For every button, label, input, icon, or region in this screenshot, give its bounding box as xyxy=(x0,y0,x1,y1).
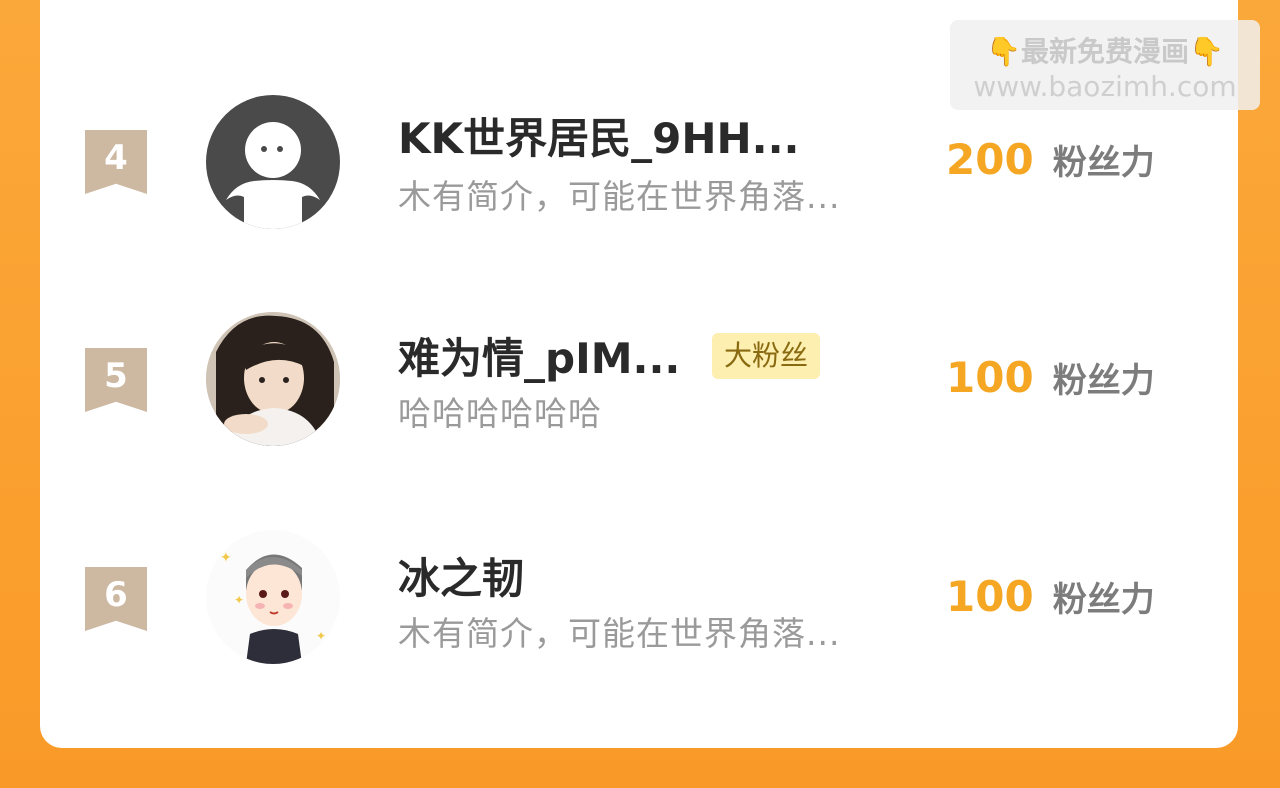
avatar[interactable]: ✦ ✦ ✦ xyxy=(206,530,340,664)
score-value: 100 xyxy=(946,572,1034,621)
score-unit: 粉丝力 xyxy=(1052,361,1155,401)
avatar[interactable] xyxy=(206,312,340,446)
watermark: 👇最新免费漫画👇 www.baozimh.com xyxy=(950,20,1260,110)
user-bio: 木有简介，可能在世界角落... xyxy=(398,614,841,653)
svg-text:✦: ✦ xyxy=(234,593,244,607)
score-unit: 粉丝力 xyxy=(1052,580,1155,620)
user-bio: 哈哈哈哈哈哈 xyxy=(398,394,602,433)
watermark-url: www.baozimh.com xyxy=(973,70,1237,103)
username[interactable]: 难为情_pIM... xyxy=(398,325,680,386)
rank-number: 6 xyxy=(104,575,128,615)
rank-number: 5 xyxy=(104,356,128,396)
fan-level-badge: 大粉丝 xyxy=(712,333,821,379)
fan-power-score: 100 粉丝力 xyxy=(946,353,1155,402)
score-value: 200 xyxy=(946,135,1034,184)
username[interactable]: 冰之韧 xyxy=(398,545,524,606)
score-unit: 粉丝力 xyxy=(1052,143,1155,183)
svg-text:✦: ✦ xyxy=(220,550,232,566)
user-bio: 木有简介，可能在世界角落... xyxy=(398,177,841,216)
rank-number: 4 xyxy=(104,138,128,178)
cartoon-avatar-image: ✦ ✦ ✦ xyxy=(206,530,340,664)
score-value: 100 xyxy=(946,353,1034,402)
watermark-title: 👇最新免费漫画👇 xyxy=(986,35,1224,68)
photo-avatar-image xyxy=(206,312,340,446)
fan-power-score: 200 粉丝力 xyxy=(946,135,1155,184)
fan-power-score: 100 粉丝力 xyxy=(946,572,1155,621)
